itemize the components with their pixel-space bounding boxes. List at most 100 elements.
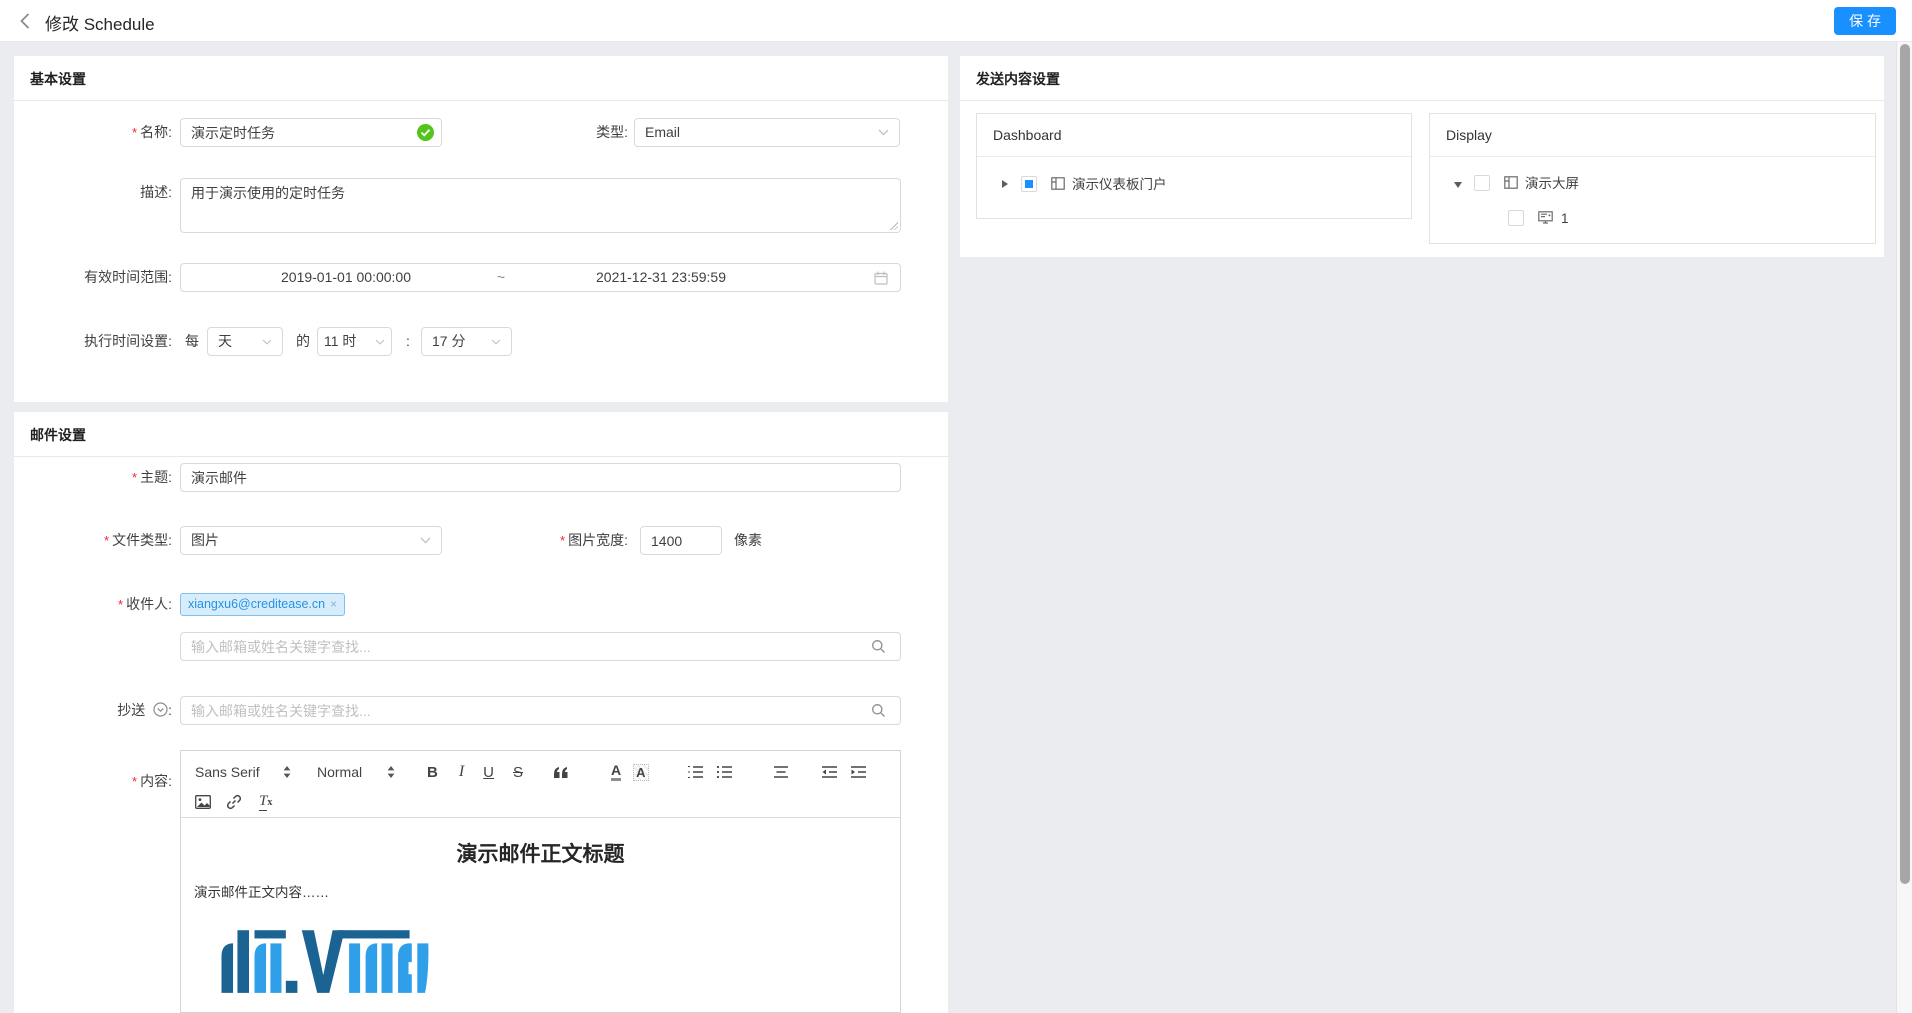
updown-icon (283, 766, 291, 778)
davinci-logo (221, 928, 453, 994)
size-picker[interactable]: Normal (317, 764, 395, 780)
display-tree-title: Display (1430, 114, 1875, 157)
back-icon[interactable] (16, 11, 36, 31)
exec-of-text: 的 (296, 327, 310, 356)
scrollbar-thumb[interactable] (1900, 44, 1910, 884)
name-input[interactable] (180, 118, 442, 147)
cc-search-input[interactable] (180, 696, 901, 725)
tag-close-icon[interactable]: × (330, 597, 337, 611)
editor-body[interactable]: 演示邮件正文标题 演示邮件正文内容…… (181, 818, 900, 1012)
description-label: 描述: (52, 178, 172, 207)
blockquote-icon[interactable] (553, 766, 569, 779)
imgwidth-input[interactable] (640, 526, 722, 555)
bg-color-button[interactable]: A (633, 764, 648, 781)
required-mark: * (132, 470, 137, 485)
range-start-value: 2019-01-01 00:00:00 (181, 264, 511, 291)
font-picker[interactable]: Sans Serif (195, 764, 291, 780)
updown-icon (387, 766, 395, 778)
type-select-value: Email (645, 119, 680, 146)
required-mark: * (132, 125, 137, 140)
text-color-button[interactable]: A (611, 763, 621, 781)
display-tree-box: Display 演示大屏 1 (1429, 113, 1876, 244)
chevron-down-icon (420, 537, 431, 544)
ordered-list-icon[interactable] (687, 765, 704, 779)
content-label: *内容: (52, 767, 172, 796)
recipients-label: *收件人: (52, 593, 172, 616)
send-content-title: 发送内容设置 (976, 69, 1060, 89)
divider (960, 100, 1884, 101)
rich-text-editor[interactable]: Sans Serif Normal B I U S A A (180, 750, 901, 1013)
calendar-icon (874, 271, 888, 285)
range-end-value: 2021-12-31 23:59:59 (511, 264, 811, 291)
recipient-tag[interactable]: xiangxu6@creditease.cn × (180, 593, 345, 616)
exec-colon-text: : (406, 327, 410, 356)
required-mark: * (132, 774, 137, 789)
mail-settings-card: 邮件设置 *主题: *文件类型: 图片 *图片宽度: 像素 *收件人: xian… (14, 412, 948, 1013)
italic-button[interactable]: I (459, 763, 464, 781)
date-range-picker[interactable]: 2019-01-01 00:00:00 ~ 2021-12-31 23:59:5… (180, 263, 901, 292)
name-valid-check-icon (417, 124, 434, 141)
description-textarea[interactable]: 用于演示使用的定时任务 (180, 178, 901, 233)
dashboard-node-label[interactable]: 演示仪表板门户 (1072, 177, 1167, 193)
display-icon (1504, 176, 1518, 189)
exec-hour-value: 11 时 (324, 328, 356, 355)
recipient-email: xiangxu6@creditease.cn (188, 597, 325, 611)
caret-down-icon[interactable] (1454, 182, 1462, 188)
chevron-down-icon (491, 339, 501, 345)
subject-label: *主题: (52, 463, 172, 492)
bullet-list-icon[interactable] (716, 765, 733, 779)
recipient-search-input[interactable] (180, 632, 901, 661)
cc-expand-icon[interactable] (153, 702, 168, 717)
dashboard-tree-box: Dashboard 演示仪表板门户 (976, 113, 1412, 219)
exec-minute-value: 17 分 (432, 328, 465, 355)
vertical-scrollbar[interactable] (1896, 42, 1912, 1013)
size-picker-value: Normal (317, 764, 362, 780)
basic-settings-title: 基本设置 (30, 69, 86, 89)
exec-unit-value: 天 (218, 328, 232, 355)
insert-image-icon[interactable] (195, 795, 211, 809)
valid-range-label: 有效时间范围: (16, 263, 172, 292)
exec-unit-select[interactable]: 天 (207, 327, 283, 356)
editor-toolbar: Sans Serif Normal B I U S A A (181, 751, 900, 818)
font-picker-value: Sans Serif (195, 764, 260, 780)
align-icon[interactable] (773, 765, 789, 779)
filetype-label: *文件类型: (52, 526, 172, 555)
chevron-down-icon (262, 339, 272, 345)
clear-format-icon[interactable]: Tx (259, 793, 272, 811)
filetype-select[interactable]: 图片 (180, 526, 442, 555)
imgwidth-unit: 像素 (734, 526, 762, 555)
exec-hour-select[interactable]: 11 时 (317, 327, 392, 356)
required-mark: * (560, 533, 565, 548)
type-select[interactable]: Email (634, 118, 900, 147)
underline-button[interactable]: U (483, 764, 494, 781)
display-node-label[interactable]: 演示大屏 (1525, 176, 1579, 192)
exec-minute-select[interactable]: 17 分 (421, 327, 512, 356)
display-node-checkbox[interactable] (1474, 175, 1490, 191)
display-child-checkbox[interactable] (1508, 210, 1524, 226)
cc-label: 抄送 : (52, 696, 172, 725)
indent-icon[interactable] (850, 765, 867, 779)
bold-button[interactable]: B (427, 764, 438, 781)
chevron-down-icon (375, 339, 385, 345)
dashboard-icon (1051, 177, 1065, 190)
page-title: 修改 Schedule (45, 10, 155, 35)
email-body-title: 演示邮件正文标题 (181, 838, 900, 868)
filetype-value: 图片 (191, 527, 219, 554)
strike-button[interactable]: S (513, 764, 523, 781)
dashboard-node-checkbox[interactable] (1021, 176, 1037, 192)
required-mark: * (104, 533, 109, 548)
type-label: 类型: (548, 118, 628, 147)
mail-settings-title: 邮件设置 (30, 425, 86, 445)
caret-right-icon[interactable] (1002, 180, 1008, 188)
name-label: *名称: (52, 118, 172, 147)
divider (14, 100, 948, 101)
insert-link-icon[interactable] (226, 794, 242, 810)
exec-time-label: 执行时间设置: (16, 327, 172, 356)
exec-every-text: 每 (185, 327, 199, 356)
subject-input[interactable] (180, 463, 901, 492)
resize-grip-icon[interactable] (889, 221, 898, 230)
search-icon (871, 703, 886, 718)
save-button[interactable]: 保 存 (1834, 7, 1896, 35)
outdent-icon[interactable] (821, 765, 838, 779)
display-child-label[interactable]: 1 (1561, 211, 1569, 227)
